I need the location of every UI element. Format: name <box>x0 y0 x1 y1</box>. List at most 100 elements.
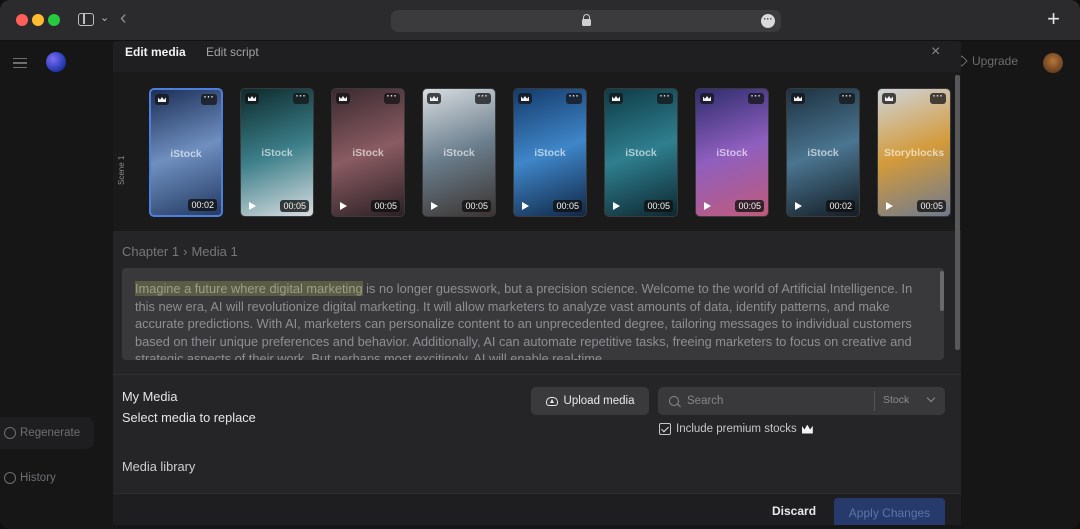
history-button[interactable]: History <box>0 462 70 494</box>
watermark-label: iStock <box>625 147 657 159</box>
crown-icon <box>791 93 805 104</box>
script-highlight: Imagine a future where digital marketing <box>135 281 363 296</box>
media-thumbnail[interactable]: ··· iStock 00:05 <box>331 88 405 217</box>
sidebar-toggle-icon[interactable] <box>78 13 94 26</box>
crown-icon <box>245 93 259 104</box>
crown-icon <box>609 93 623 104</box>
lock-icon <box>582 14 591 26</box>
watermark-label: Storyblocks <box>883 147 945 159</box>
more-options-icon[interactable]: ··· <box>293 92 309 104</box>
search-icon <box>669 396 679 406</box>
source-select-value: Stock <box>883 394 910 406</box>
watermark-label: iStock <box>807 147 839 159</box>
play-icon[interactable] <box>886 202 893 210</box>
tab-edit-script[interactable]: Edit script <box>206 45 259 59</box>
script-scrollbar[interactable] <box>940 271 944 311</box>
my-media-title: My Media <box>122 389 178 404</box>
more-options-icon[interactable]: ··· <box>566 92 582 104</box>
crown-icon <box>700 93 714 104</box>
script-text: Imagine a future where digital marketing… <box>135 280 930 360</box>
media-thumbnail[interactable]: ··· iStock 00:05 <box>695 88 769 217</box>
breadcrumb-chapter[interactable]: Chapter 1 <box>122 244 179 259</box>
tab-edit-media[interactable]: Edit media <box>125 45 186 59</box>
upload-media-label: Upload media <box>563 395 635 407</box>
play-icon[interactable] <box>522 202 529 210</box>
breadcrumb-separator: › <box>183 244 188 259</box>
script-text-box[interactable]: Imagine a future where digital marketing… <box>122 268 944 360</box>
watermark-label: iStock <box>534 147 566 159</box>
media-library-title: Media library <box>122 459 196 474</box>
crown-icon <box>882 93 896 104</box>
modal-footer: Discard Apply Changes <box>113 493 961 525</box>
scene-label: Scene 1 <box>117 155 126 185</box>
duration-badge: 00:05 <box>917 200 946 212</box>
play-icon[interactable] <box>249 202 256 210</box>
section-divider <box>113 374 961 375</box>
duration-badge: 00:05 <box>371 200 400 212</box>
app-logo <box>46 52 66 72</box>
select-media-hint: Select media to replace <box>122 410 256 425</box>
breadcrumb: Chapter 1 › Media 1 <box>122 244 238 259</box>
more-options-icon[interactable]: ··· <box>930 92 946 104</box>
back-icon[interactable]: ‹ <box>120 8 127 28</box>
cloud-upload-icon <box>545 396 558 406</box>
duration-badge: 00:02 <box>826 200 855 212</box>
watermark-label: iStock <box>261 147 293 159</box>
close-window-button[interactable] <box>16 14 28 26</box>
edit-media-modal: Edit media Edit script × Scene 1 ··· iSto… <box>113 41 961 525</box>
avatar[interactable] <box>1043 53 1063 73</box>
more-options-icon[interactable]: ··· <box>839 92 855 104</box>
play-icon[interactable] <box>704 202 711 210</box>
play-icon[interactable] <box>340 202 347 210</box>
regenerate-button[interactable]: Regenerate <box>0 417 94 449</box>
menu-icon[interactable] <box>13 58 27 68</box>
duration-badge: 00:02 <box>188 199 217 211</box>
upload-media-button[interactable]: Upload media <box>531 387 649 415</box>
close-icon[interactable]: × <box>931 43 940 61</box>
play-icon[interactable] <box>431 202 438 210</box>
media-thumbnail[interactable]: ··· iStock 00:05 <box>513 88 587 217</box>
url-bar[interactable]: ··· <box>391 10 781 32</box>
crown-icon <box>155 94 169 105</box>
duration-badge: 00:05 <box>735 200 764 212</box>
more-options-icon[interactable]: ··· <box>748 92 764 104</box>
media-thumbnail[interactable]: ··· iStock 00:02 <box>149 88 223 217</box>
play-icon[interactable] <box>613 202 620 210</box>
more-options-icon[interactable]: ··· <box>657 92 673 104</box>
source-select[interactable]: Stock <box>874 391 944 411</box>
clock-icon <box>4 472 16 484</box>
breadcrumb-media: Media 1 <box>191 244 238 259</box>
apply-changes-button[interactable]: Apply Changes <box>834 498 945 525</box>
crown-icon <box>801 424 813 434</box>
maximize-window-button[interactable] <box>48 14 60 26</box>
new-tab-button[interactable]: + <box>1047 8 1060 30</box>
media-thumbnail[interactable]: ··· Storyblocks 00:05 <box>877 88 951 217</box>
watermark-label: iStock <box>352 147 384 159</box>
discard-button[interactable]: Discard <box>772 504 816 518</box>
duration-badge: 00:05 <box>462 200 491 212</box>
media-thumbnail[interactable]: ··· iStock 00:02 <box>786 88 860 217</box>
media-thumbnail[interactable]: ··· iStock 00:05 <box>604 88 678 217</box>
minimize-window-button[interactable] <box>32 14 44 26</box>
modal-tabs: Edit media Edit script × <box>113 41 961 72</box>
browser-titlebar: ⌄ ‹ ··· + <box>0 0 1080 41</box>
more-options-icon[interactable]: ··· <box>384 92 400 104</box>
media-thumbnail[interactable]: ··· iStock 00:05 <box>422 88 496 217</box>
search-bar: Search Stock <box>658 387 945 415</box>
premium-stocks-option[interactable]: Include premium stocks <box>659 423 813 435</box>
page-options-icon[interactable]: ··· <box>761 14 775 28</box>
premium-checkbox[interactable] <box>659 423 671 435</box>
more-options-icon[interactable]: ··· <box>475 92 491 104</box>
chevron-down-icon[interactable]: ⌄ <box>100 11 109 24</box>
modal-scrollbar[interactable] <box>955 75 960 350</box>
duration-badge: 00:05 <box>644 200 673 212</box>
crown-icon <box>336 93 350 104</box>
media-thumbnail[interactable]: ··· iStock 00:05 <box>240 88 314 217</box>
crown-icon <box>518 93 532 104</box>
more-options-icon[interactable]: ··· <box>201 93 217 105</box>
play-icon[interactable] <box>795 202 802 210</box>
search-input[interactable]: Search <box>687 395 723 407</box>
crown-icon <box>427 93 441 104</box>
upgrade-link[interactable]: Upgrade <box>956 54 1018 68</box>
browser-window: ⌄ ‹ ··· + Upgrade Regenerate History Edi… <box>0 0 1080 529</box>
